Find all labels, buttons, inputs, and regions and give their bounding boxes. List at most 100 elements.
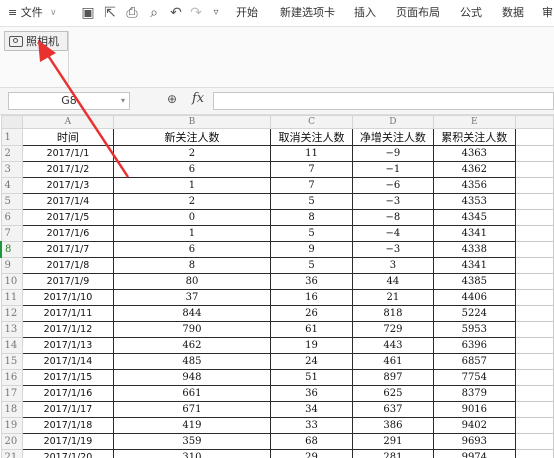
- data-cell[interactable]: 5: [270, 225, 353, 242]
- data-cell[interactable]: 5: [270, 257, 353, 274]
- data-cell[interactable]: 0: [112, 209, 272, 226]
- data-cell[interactable]: 24: [270, 353, 353, 370]
- column-header-f[interactable]: [514, 115, 554, 129]
- data-cell[interactable]: 9: [270, 241, 353, 258]
- redo-icon[interactable]: ↷: [186, 3, 206, 23]
- data-cell[interactable]: 2017/1/19: [22, 433, 114, 450]
- select-all-corner[interactable]: [0, 115, 24, 129]
- data-cell[interactable]: −3: [351, 241, 435, 258]
- data-cell[interactable]: 6: [112, 161, 272, 178]
- menu-insert[interactable]: 插入: [354, 0, 376, 26]
- data-cell[interactable]: 310: [112, 449, 272, 458]
- data-cell[interactable]: 11: [270, 145, 353, 162]
- data-cell[interactable]: 2017/1/14: [22, 353, 114, 370]
- data-cell[interactable]: 33: [270, 417, 353, 434]
- data-cell[interactable]: 8379: [433, 385, 516, 402]
- data-cell[interactable]: 4363: [433, 145, 516, 162]
- data-cell[interactable]: 36: [270, 385, 353, 402]
- empty-cell[interactable]: [514, 417, 554, 434]
- column-header-a[interactable]: A: [22, 115, 114, 129]
- row-header[interactable]: 15: [0, 353, 24, 370]
- row-header[interactable]: 9: [0, 257, 24, 274]
- header-cell-a[interactable]: 时间: [22, 128, 114, 146]
- data-cell[interactable]: 5224: [433, 305, 516, 322]
- data-cell[interactable]: 2017/1/9: [22, 273, 114, 290]
- data-cell[interactable]: 44: [351, 273, 435, 290]
- row-header[interactable]: 20: [0, 433, 24, 450]
- data-cell[interactable]: 9693: [433, 433, 516, 450]
- empty-cell[interactable]: [514, 128, 554, 146]
- empty-cell[interactable]: [514, 209, 554, 226]
- column-header-c[interactable]: C: [270, 115, 353, 129]
- data-cell[interactable]: 2017/1/20: [22, 449, 114, 458]
- data-cell[interactable]: 2017/1/13: [22, 337, 114, 354]
- data-cell[interactable]: 790: [112, 321, 272, 338]
- row-header[interactable]: 11: [0, 289, 24, 306]
- data-cell[interactable]: 485: [112, 353, 272, 370]
- data-cell[interactable]: 6: [112, 241, 272, 258]
- data-cell[interactable]: 4385: [433, 273, 516, 290]
- row-header[interactable]: 2: [0, 145, 24, 162]
- data-cell[interactable]: 2017/1/4: [22, 193, 114, 210]
- data-cell[interactable]: 9016: [433, 401, 516, 418]
- data-cell[interactable]: −9: [351, 145, 435, 162]
- data-cell[interactable]: 461: [351, 353, 435, 370]
- data-cell[interactable]: 61: [270, 321, 353, 338]
- data-cell[interactable]: 897: [351, 369, 435, 386]
- row-header[interactable]: 8: [0, 241, 24, 258]
- empty-cell[interactable]: [514, 273, 554, 290]
- row-header[interactable]: 21: [0, 449, 24, 458]
- empty-cell[interactable]: [514, 449, 554, 458]
- data-cell[interactable]: 21: [351, 289, 435, 306]
- empty-cell[interactable]: [514, 385, 554, 402]
- data-cell[interactable]: 2017/1/15: [22, 369, 114, 386]
- empty-cell[interactable]: [514, 321, 554, 338]
- empty-cell[interactable]: [514, 305, 554, 322]
- data-cell[interactable]: 2017/1/18: [22, 417, 114, 434]
- data-cell[interactable]: 5953: [433, 321, 516, 338]
- data-cell[interactable]: 2017/1/2: [22, 161, 114, 178]
- empty-cell[interactable]: [514, 433, 554, 450]
- header-cell-e[interactable]: 累积关注人数: [433, 128, 516, 146]
- data-cell[interactable]: 7: [270, 161, 353, 178]
- data-cell[interactable]: 844: [112, 305, 272, 322]
- data-cell[interactable]: 4341: [433, 257, 516, 274]
- data-cell[interactable]: 2017/1/12: [22, 321, 114, 338]
- row-header[interactable]: 12: [0, 305, 24, 322]
- data-cell[interactable]: 419: [112, 417, 272, 434]
- camera-button[interactable]: 照相机: [4, 31, 68, 51]
- data-cell[interactable]: 4362: [433, 161, 516, 178]
- name-box[interactable]: G8 ▾: [8, 92, 130, 110]
- column-header-e[interactable]: E: [433, 115, 516, 129]
- data-cell[interactable]: 281: [351, 449, 435, 458]
- print-preview-icon[interactable]: ⌕: [144, 3, 164, 23]
- data-cell[interactable]: 462: [112, 337, 272, 354]
- column-header-d[interactable]: D: [351, 115, 435, 129]
- empty-cell[interactable]: [514, 145, 554, 162]
- data-cell[interactable]: 4345: [433, 209, 516, 226]
- formula-input[interactable]: [213, 92, 554, 110]
- data-cell[interactable]: 34: [270, 401, 353, 418]
- data-cell[interactable]: 2017/1/10: [22, 289, 114, 306]
- data-cell[interactable]: 625: [351, 385, 435, 402]
- header-cell-b[interactable]: 新关注人数: [112, 128, 272, 146]
- data-cell[interactable]: 729: [351, 321, 435, 338]
- data-cell[interactable]: 51: [270, 369, 353, 386]
- row-header[interactable]: 1: [0, 128, 24, 146]
- export-icon[interactable]: ⇱: [100, 3, 120, 23]
- data-cell[interactable]: 1: [112, 177, 272, 194]
- data-cell[interactable]: 9402: [433, 417, 516, 434]
- data-cell[interactable]: 80: [112, 273, 272, 290]
- data-cell[interactable]: 19: [270, 337, 353, 354]
- data-cell[interactable]: −6: [351, 177, 435, 194]
- empty-cell[interactable]: [514, 257, 554, 274]
- data-cell[interactable]: 26: [270, 305, 353, 322]
- data-cell[interactable]: 443: [351, 337, 435, 354]
- data-cell[interactable]: 2017/1/17: [22, 401, 114, 418]
- zoom-icon[interactable]: ⊕: [167, 92, 177, 106]
- data-cell[interactable]: 2: [112, 193, 272, 210]
- data-cell[interactable]: 8: [270, 209, 353, 226]
- menu-file[interactable]: ≡ 文件: [8, 0, 43, 26]
- data-cell[interactable]: 2017/1/16: [22, 385, 114, 402]
- empty-cell[interactable]: [514, 337, 554, 354]
